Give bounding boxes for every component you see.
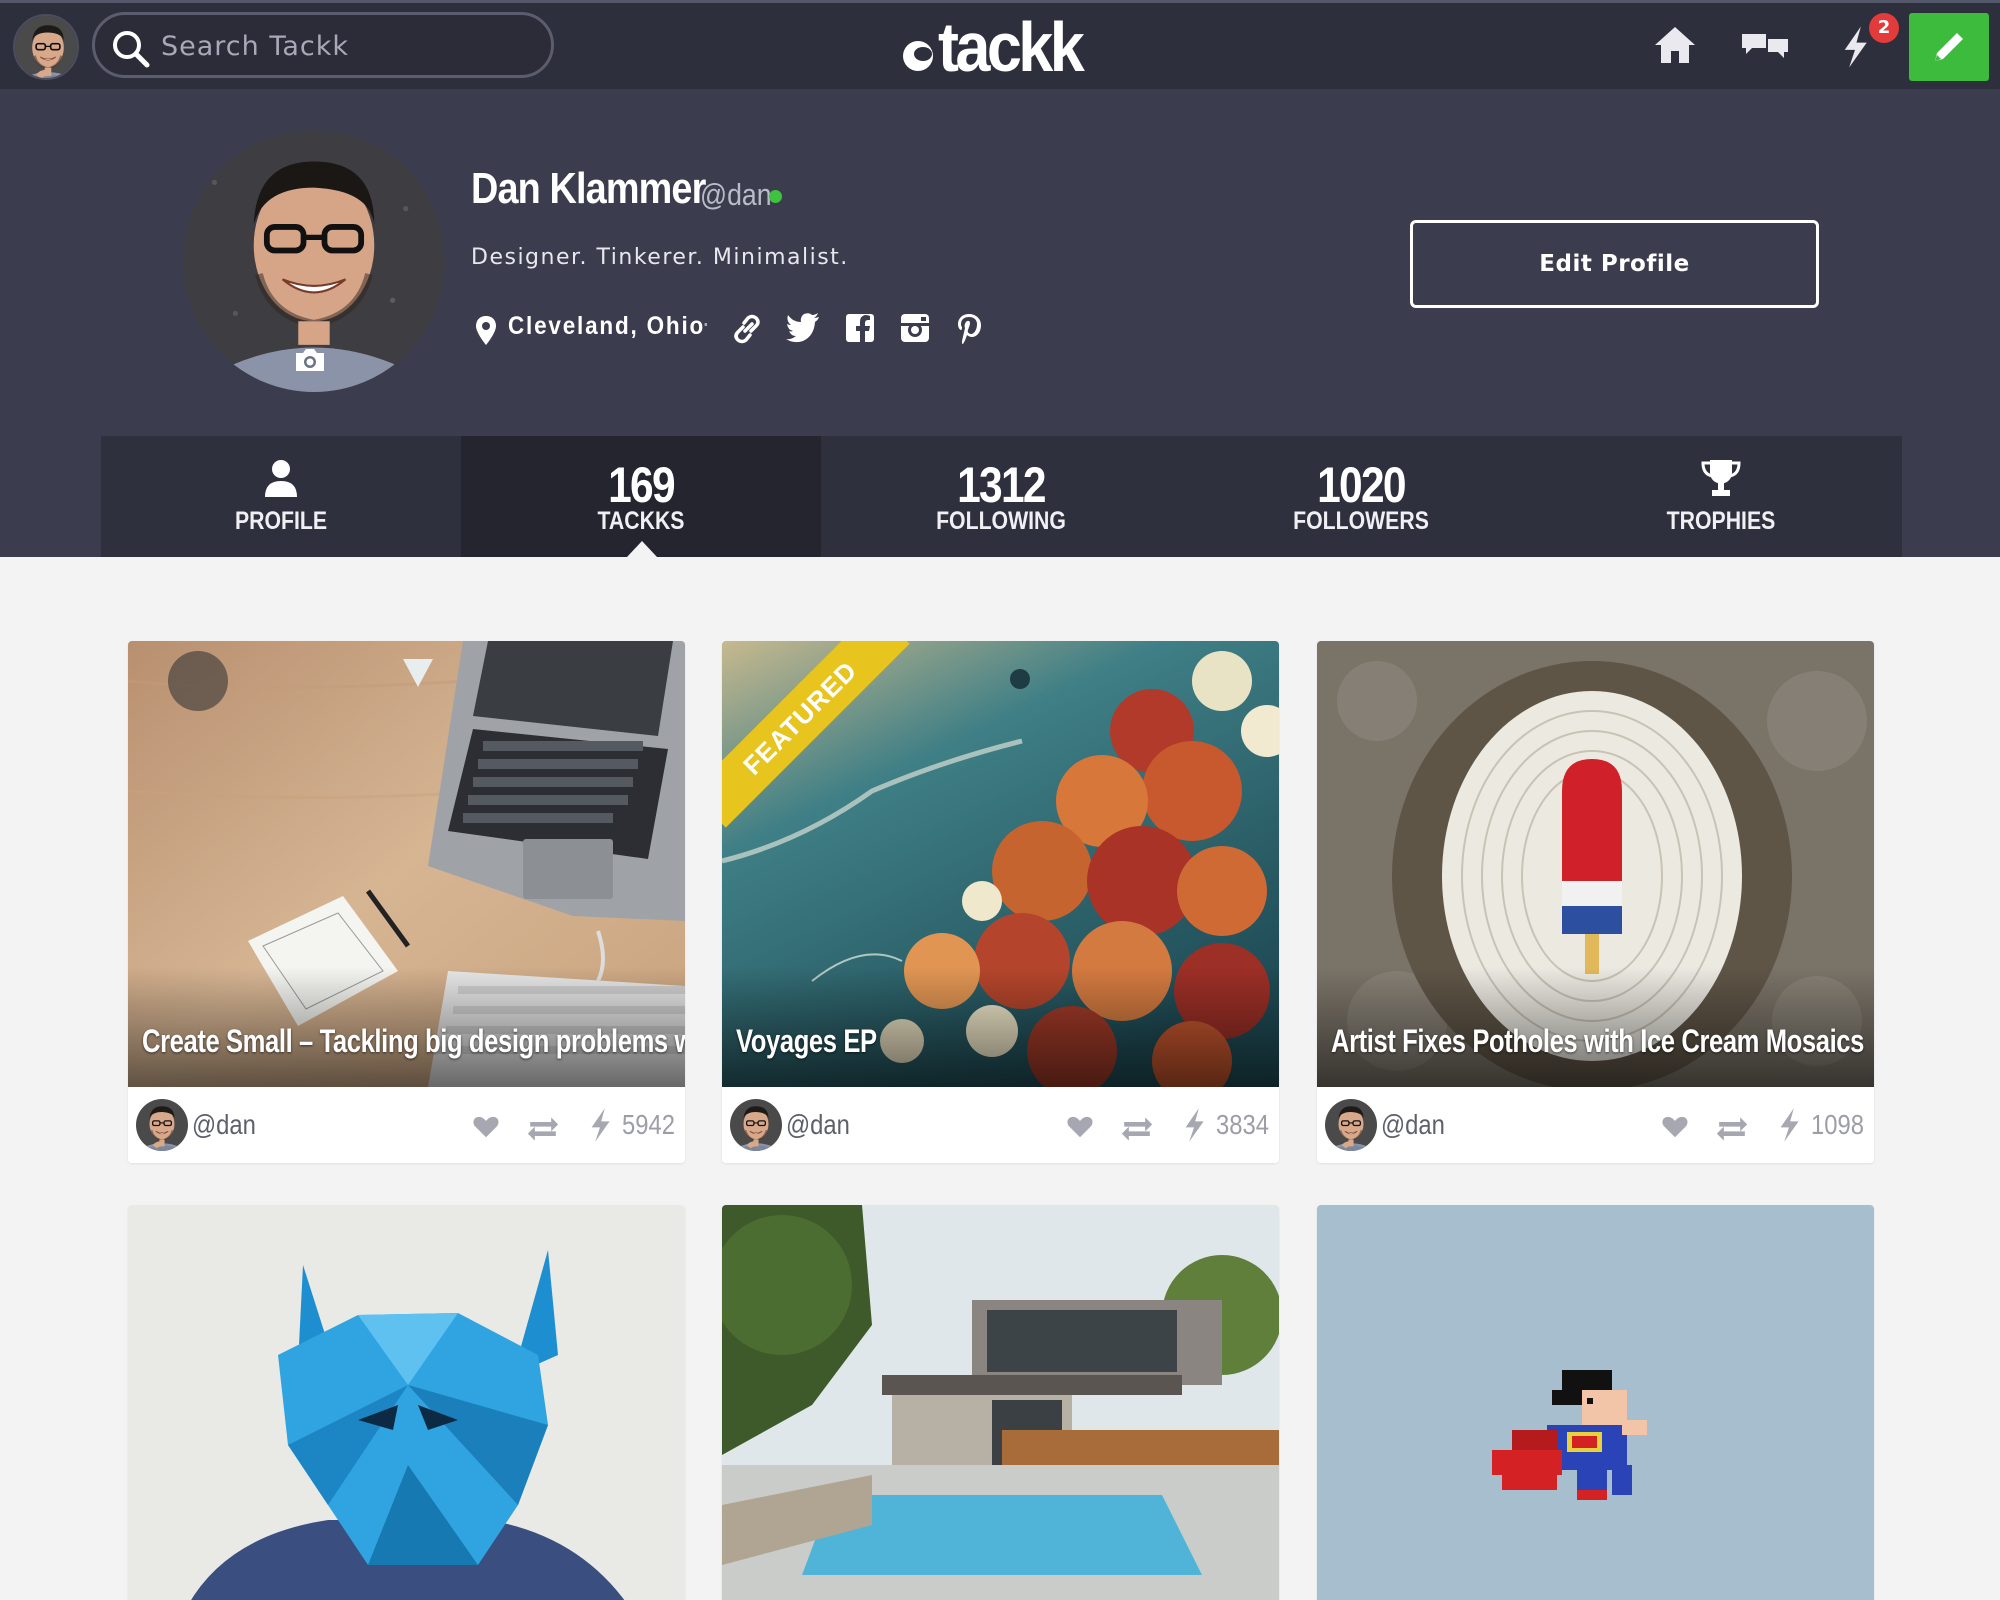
retackk-icon[interactable] xyxy=(524,1115,562,1143)
card-title[interactable]: Voyages EP xyxy=(736,1023,877,1060)
logo-text: tackk xyxy=(938,8,1085,86)
twitter-icon[interactable] xyxy=(786,313,820,343)
link-icon[interactable] xyxy=(731,313,763,345)
edit-profile-button[interactable]: Edit Profile xyxy=(1410,220,1819,308)
tackks-count: 169 xyxy=(608,457,676,513)
active-tab-indicator xyxy=(627,541,657,557)
card-footer: @dan 1098 xyxy=(1317,1087,1874,1163)
lightning-icon[interactable] xyxy=(1840,25,1870,69)
views-lightning-icon xyxy=(1777,1107,1801,1143)
profile-name: Dan Klammer xyxy=(471,164,706,213)
tackk-card[interactable] xyxy=(1317,1205,1874,1600)
tab-followers[interactable]: 1020 FOLLOWERS xyxy=(1181,436,1541,557)
following-count: 1312 xyxy=(957,457,1046,513)
person-icon xyxy=(265,460,297,497)
trophy-icon xyxy=(1701,460,1741,496)
profile-location: Cleveland, Ohio xyxy=(508,312,706,340)
author-handle[interactable]: @dan xyxy=(192,1109,256,1141)
tab-label: PROFILE xyxy=(234,507,328,535)
author-handle[interactable]: @dan xyxy=(786,1109,850,1141)
facebook-icon[interactable] xyxy=(845,313,875,343)
tackk-card[interactable] xyxy=(128,1205,685,1600)
card-footer: @dan 5942 xyxy=(128,1087,685,1163)
retackk-icon[interactable] xyxy=(1713,1115,1751,1143)
tab-label: FOLLOWING xyxy=(936,507,1066,535)
create-tackk-button[interactable] xyxy=(1909,13,1989,81)
tab-trophies[interactable]: TROPHIES xyxy=(1541,436,1901,557)
profile-bio: Designer. Tinkerer. Minimalist. xyxy=(471,245,849,270)
like-heart-icon[interactable] xyxy=(1659,1111,1691,1141)
card-image[interactable]: FEATURED Voyages EP xyxy=(722,641,1279,1087)
retackk-icon[interactable] xyxy=(1118,1115,1156,1143)
tab-following[interactable]: 1312 FOLLOWING xyxy=(821,436,1181,557)
separator-dot: · xyxy=(702,311,710,339)
views-lightning-icon xyxy=(1182,1107,1206,1143)
tackk-card[interactable] xyxy=(722,1205,1279,1600)
tab-profile[interactable]: PROFILE xyxy=(101,436,461,557)
card-image[interactable] xyxy=(1317,1205,1874,1600)
like-heart-icon[interactable] xyxy=(1064,1111,1096,1141)
home-icon[interactable] xyxy=(1653,23,1697,67)
author-avatar[interactable] xyxy=(730,1099,782,1151)
user-avatar[interactable] xyxy=(13,14,79,80)
profile-stats-bar: PROFILE 169 TACKKS 1312 FOLLOWING 1020 F… xyxy=(101,436,1902,557)
search-icon xyxy=(113,31,150,68)
tackk-card[interactable]: Create Small – Tackling big design probl… xyxy=(128,641,685,1163)
location-pin-icon xyxy=(476,316,496,345)
profile-handle: @dan xyxy=(700,177,772,212)
views-lightning-icon xyxy=(588,1107,612,1143)
author-avatar[interactable] xyxy=(1325,1099,1377,1151)
online-status-dot xyxy=(769,190,782,203)
card-image[interactable] xyxy=(128,1205,685,1600)
tab-label: TROPHIES xyxy=(1666,507,1776,535)
tackk-card[interactable]: FEATURED Voyages EP @dan 3834 xyxy=(722,641,1279,1163)
instagram-icon[interactable] xyxy=(900,313,930,343)
author-handle[interactable]: @dan xyxy=(1381,1109,1445,1141)
author-avatar[interactable] xyxy=(136,1099,188,1151)
card-title[interactable]: Artist Fixes Potholes with Ice Cream Mos… xyxy=(1331,1023,1864,1060)
card-footer: @dan 3834 xyxy=(722,1087,1279,1163)
followers-count: 1020 xyxy=(1317,457,1406,513)
search-box[interactable]: Search Tackk xyxy=(92,12,554,78)
camera-icon[interactable] xyxy=(293,347,327,373)
view-count: 3834 xyxy=(1216,1109,1269,1140)
pencil-icon xyxy=(1935,33,1963,61)
tab-label: FOLLOWERS xyxy=(1293,507,1429,535)
card-image[interactable] xyxy=(722,1205,1279,1600)
card-image[interactable]: Artist Fixes Potholes with Ice Cream Mos… xyxy=(1317,641,1874,1087)
tab-tackks[interactable]: 169 TACKKS xyxy=(461,436,821,557)
view-count: 5942 xyxy=(622,1109,675,1140)
like-heart-icon[interactable] xyxy=(470,1111,502,1141)
logo-mark xyxy=(903,41,933,71)
card-title[interactable]: Create Small – Tackling big design probl… xyxy=(142,1023,685,1060)
card-image[interactable]: Create Small – Tackling big design probl… xyxy=(128,641,685,1087)
search-placeholder[interactable]: Search Tackk xyxy=(161,31,349,62)
tackk-card[interactable]: Artist Fixes Potholes with Ice Cream Mos… xyxy=(1317,641,1874,1163)
chat-icon[interactable] xyxy=(1740,31,1790,63)
notification-badge: 2 xyxy=(1869,13,1899,43)
top-navbar: Search Tackk tackk 2 xyxy=(0,0,2000,89)
tab-label: TACKKS xyxy=(597,507,685,535)
tackk-logo[interactable]: tackk xyxy=(903,8,1097,86)
view-count: 1098 xyxy=(1811,1109,1864,1140)
pinterest-icon[interactable] xyxy=(956,313,982,345)
